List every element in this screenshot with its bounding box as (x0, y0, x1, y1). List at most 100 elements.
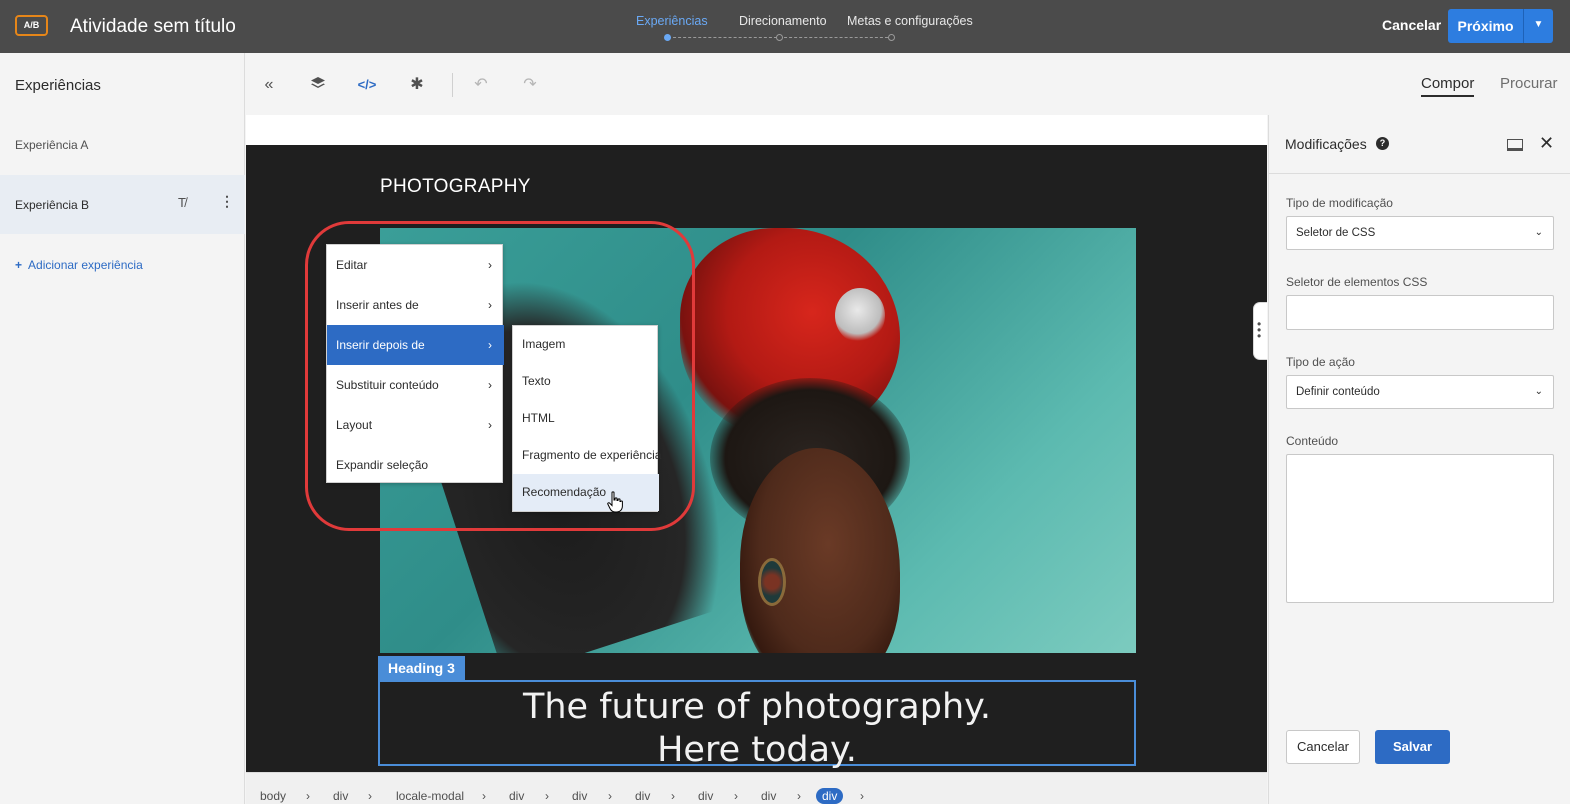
layers-icon[interactable] (308, 75, 328, 95)
menu-item-edit[interactable]: Editar › (327, 245, 504, 285)
insert-after-submenu: Imagem Texto HTML Fragmento de experiênc… (512, 325, 661, 512)
toolbar-divider (452, 73, 453, 97)
selected-heading[interactable]: The future of photography. Here today. (378, 680, 1136, 770)
menu-item-insert-before[interactable]: Inserir antes de › (327, 285, 504, 325)
rename-icon[interactable]: T̸ (178, 195, 186, 210)
workflow-steps: Experiências Direcionamento Metas e conf… (620, 14, 980, 44)
code-icon[interactable]: </> (357, 75, 377, 95)
css-selector-label: Seletor de elementos CSS (1286, 275, 1428, 289)
cancel-button[interactable]: Cancelar (1382, 17, 1441, 33)
next-button-label[interactable]: Próximo (1448, 9, 1523, 43)
breadcrumb-item-active[interactable]: div (816, 788, 844, 804)
canvas-top-strip (246, 115, 1267, 145)
collapse-icon[interactable]: « (259, 75, 279, 95)
close-icon[interactable]: ✕ (1539, 133, 1554, 154)
chevron-right-icon: › (368, 789, 372, 803)
hero-beak-shape (835, 288, 885, 343)
ab-activity-badge: A/B (15, 15, 48, 36)
menu-item-replace-content[interactable]: Substituir conteúdo › (327, 365, 504, 405)
undo-icon[interactable]: ↶ (471, 75, 491, 95)
element-type-tag: Heading 3 (378, 656, 465, 680)
menu-item-label: Editar (336, 258, 368, 272)
breadcrumb-item[interactable]: div (635, 789, 650, 803)
breadcrumb-item[interactable]: div (698, 789, 713, 803)
menu-item-expand-selection[interactable]: Expandir seleção (327, 445, 504, 485)
submenu-item-image[interactable]: Imagem (513, 326, 659, 363)
submenu-item-experience-fragment[interactable]: Fragmento de experiência (513, 437, 661, 474)
menu-item-label: Inserir antes de (336, 298, 419, 312)
heading-text[interactable]: The future of photography. Here today. (380, 686, 1134, 772)
heading-line-1: The future of photography. (522, 687, 992, 727)
heading-line-2: Here today. (657, 730, 857, 770)
help-icon[interactable]: ? (1376, 137, 1389, 150)
breadcrumb-item[interactable]: div (509, 789, 524, 803)
chevron-right-icon: › (482, 789, 486, 803)
experiences-sidebar: Experiências Experiência A Experiência B… (0, 53, 245, 804)
menu-item-label: Expandir seleção (336, 458, 429, 472)
section-label[interactable]: PHOTOGRAPHY (380, 176, 531, 198)
submenu-item-html[interactable]: HTML (513, 400, 659, 437)
action-type-select[interactable]: Definir conteúdo ⌄ (1286, 375, 1554, 409)
chevron-right-icon: › (488, 418, 492, 432)
step-dot-experiences (664, 34, 671, 41)
chevron-down-icon: ⌄ (1534, 227, 1543, 238)
step-targeting[interactable]: Direcionamento (739, 14, 827, 28)
more-options-icon[interactable]: ⋮ (220, 193, 234, 210)
step-goals-settings[interactable]: Metas e configurações (847, 14, 973, 28)
submenu-item-text[interactable]: Texto (513, 363, 659, 400)
chevron-down-icon: ⌄ (1534, 386, 1543, 397)
menu-item-insert-after[interactable]: Inserir depois de › (327, 325, 504, 365)
editor-toolbar: « </> ✱ ↶ ↷ Compor Procurar (246, 53, 1570, 115)
panel-resize-handle[interactable]: • • • (1253, 302, 1267, 360)
sidebar-title: Experiências (15, 77, 101, 94)
chevron-right-icon: › (488, 258, 492, 272)
chevron-right-icon: › (608, 789, 612, 803)
action-type-value: Definir conteúdo (1296, 386, 1380, 398)
modification-type-label: Tipo de modificação (1286, 196, 1393, 210)
chevron-right-icon: › (488, 298, 492, 312)
settings-icon[interactable]: ✱ (407, 75, 427, 95)
breadcrumb-item[interactable]: div (761, 789, 776, 803)
chevron-right-icon: › (488, 378, 492, 392)
dock-icon[interactable] (1507, 139, 1523, 151)
breadcrumb-item[interactable]: div (572, 789, 587, 803)
redo-icon[interactable]: ↷ (520, 75, 540, 95)
experience-item-a[interactable]: Experiência A (15, 138, 88, 152)
add-experience-link[interactable]: + Adicionar experiência (15, 258, 143, 272)
chevron-right-icon: › (306, 789, 310, 803)
menu-item-label: Layout (336, 418, 373, 432)
chevron-right-icon: › (734, 789, 738, 803)
save-button[interactable]: Salvar (1375, 730, 1450, 764)
panel-header: Modificações ? ✕ (1269, 115, 1570, 174)
modifications-panel: Modificações ? ✕ Tipo de modificação Sel… (1268, 115, 1570, 804)
chevron-right-icon: › (671, 789, 675, 803)
chevron-right-icon: › (860, 789, 864, 803)
panel-cancel-button[interactable]: Cancelar (1286, 730, 1360, 764)
content-textarea[interactable] (1286, 454, 1554, 603)
css-selector-input[interactable] (1286, 295, 1554, 330)
breadcrumb-item[interactable]: locale-modal (396, 789, 464, 803)
menu-item-layout[interactable]: Layout › (327, 405, 504, 445)
chevron-down-icon[interactable]: ▼ (1523, 9, 1553, 43)
drag-handle-icon: • • • (1257, 317, 1262, 343)
action-type-label: Tipo de ação (1286, 355, 1355, 369)
step-experiences[interactable]: Experiências (636, 14, 708, 28)
activity-title[interactable]: Atividade sem título (70, 16, 236, 38)
submenu-item-recommendation[interactable]: Recomendação (513, 474, 659, 511)
menu-item-label: Inserir depois de (336, 338, 425, 352)
hero-earring-shape (758, 558, 786, 606)
breadcrumb-item[interactable]: div (333, 789, 348, 803)
modification-type-select[interactable]: Seletor de CSS ⌄ (1286, 216, 1554, 250)
modification-type-value: Seletor de CSS (1296, 227, 1376, 239)
chevron-right-icon: › (488, 338, 492, 352)
tab-compose[interactable]: Compor (1421, 75, 1475, 97)
breadcrumb-item[interactable]: body (260, 789, 286, 803)
chevron-right-icon: › (797, 789, 801, 803)
content-label: Conteúdo (1286, 434, 1339, 448)
experience-b-label: Experiência B (15, 198, 90, 212)
chevron-right-icon: › (545, 789, 549, 803)
tab-browse[interactable]: Procurar (1500, 75, 1558, 92)
next-button[interactable]: Próximo ▼ (1448, 9, 1553, 43)
add-experience-label: Adicionar experiência (28, 258, 143, 272)
experience-item-b[interactable]: Experiência B T̸ ⋮ (0, 175, 245, 234)
